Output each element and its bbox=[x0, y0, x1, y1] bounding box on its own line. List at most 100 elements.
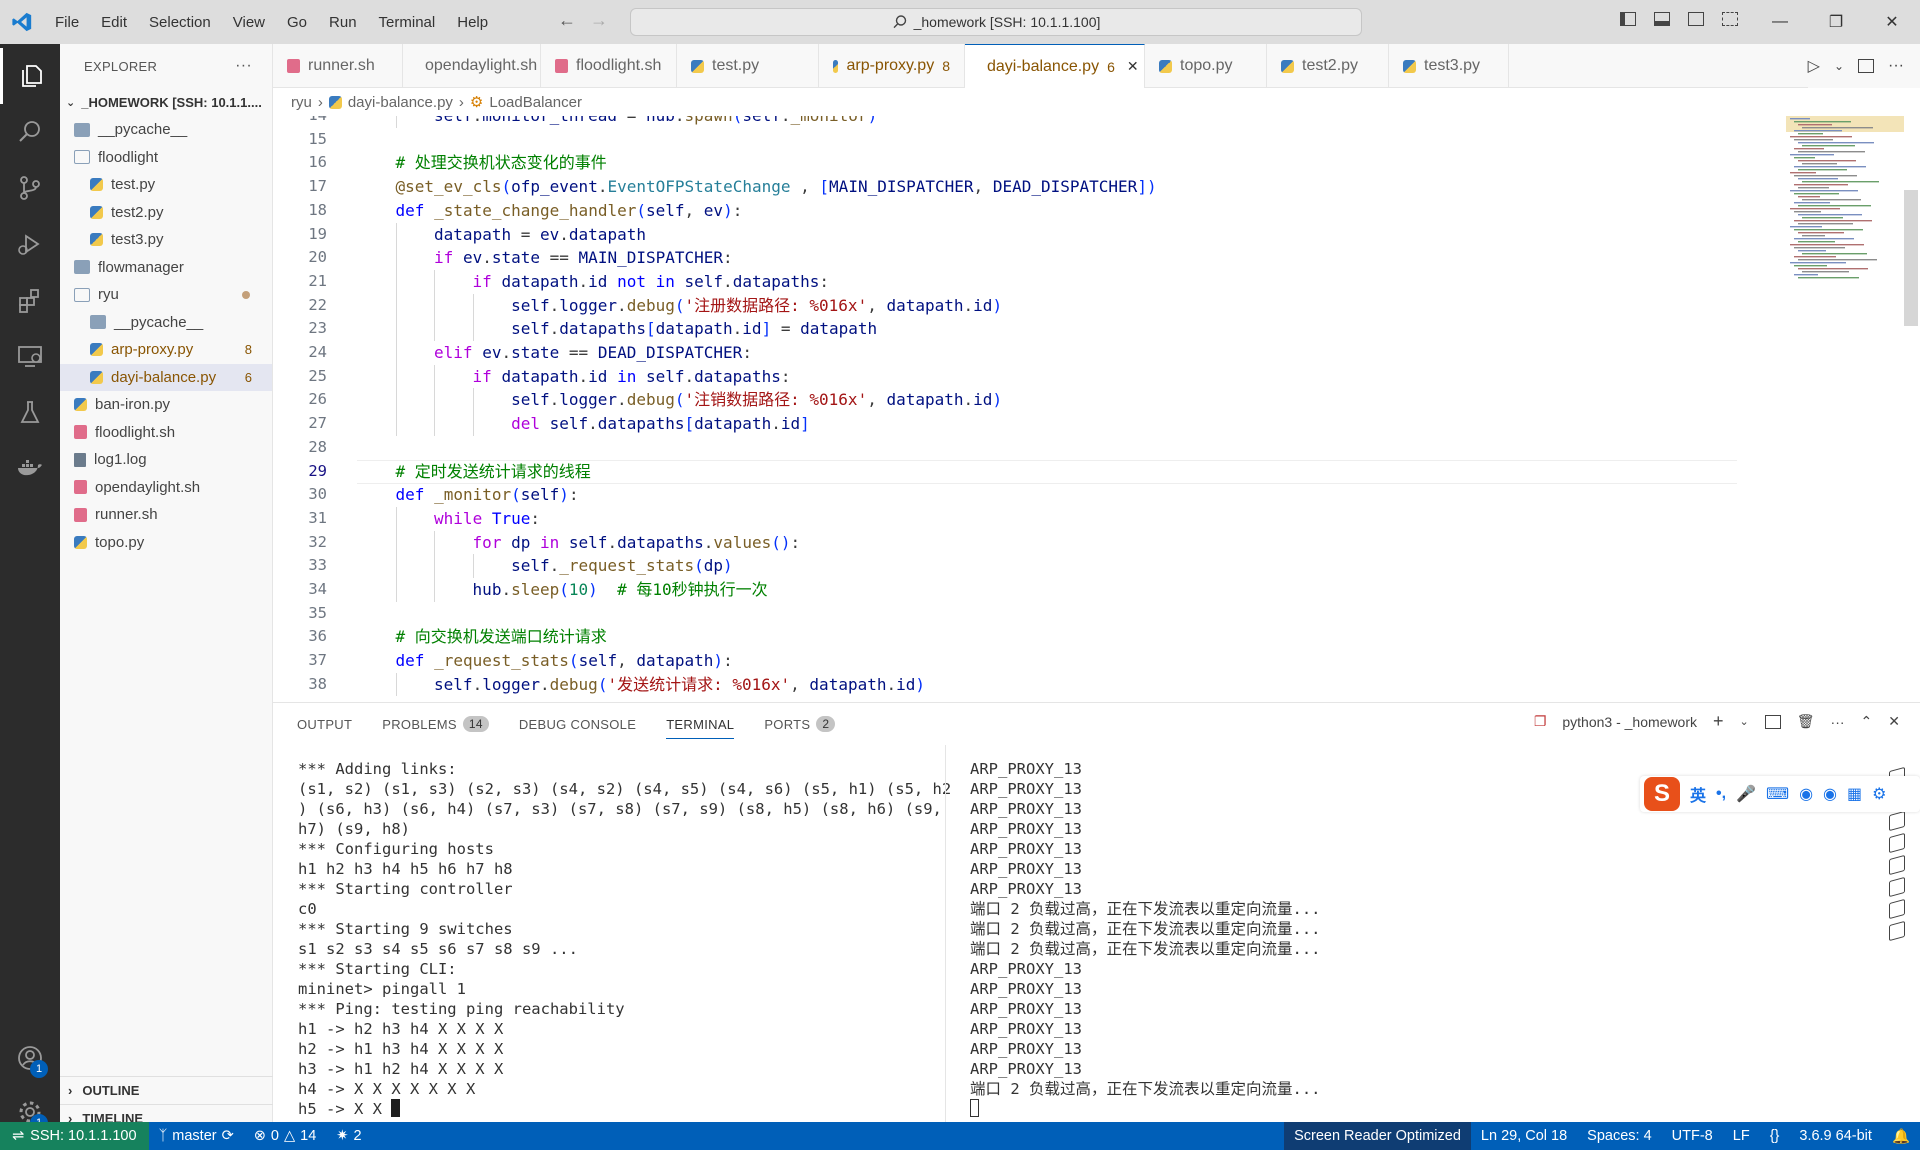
sogou-ime-logo[interactable]: S bbox=[1644, 777, 1680, 811]
search-view-icon[interactable] bbox=[0, 104, 60, 160]
ime-punctuation-toggle[interactable]: •, bbox=[1716, 785, 1726, 803]
tree-item[interactable]: floodlight bbox=[60, 144, 272, 172]
tree-item[interactable]: ryu bbox=[60, 281, 272, 309]
back-arrow-icon[interactable]: ← bbox=[558, 10, 576, 31]
cursor-position[interactable]: Ln 29, Col 18 bbox=[1471, 1122, 1577, 1150]
settings-icon[interactable]: ⚙ bbox=[1872, 784, 1886, 804]
forward-arrow-icon[interactable]: → bbox=[590, 10, 608, 31]
tree-item[interactable]: test.py bbox=[60, 171, 272, 199]
tab-test3-py[interactable]: test3.py bbox=[1389, 44, 1509, 88]
remote-explorer-icon[interactable] bbox=[0, 328, 60, 384]
terminal-instance-icon[interactable] bbox=[1889, 920, 1905, 942]
ime-language-toggle[interactable]: 英 bbox=[1690, 782, 1706, 806]
tree-item[interactable]: floodlight.sh bbox=[60, 419, 272, 447]
close-tab-icon[interactable]: ✕ bbox=[1127, 58, 1139, 75]
chevron-down-icon[interactable]: ⌄ bbox=[1740, 715, 1749, 728]
terminal-right[interactable]: ARP_PROXY_13 ARP_PROXY_13 ARP_PROXY_13 ARP_… bbox=[970, 759, 1630, 1119]
encoding[interactable]: UTF-8 bbox=[1662, 1122, 1723, 1150]
microphone-icon[interactable]: 🎤 bbox=[1736, 784, 1756, 804]
run-file-icon[interactable]: ▷ bbox=[1808, 56, 1820, 76]
tree-item[interactable]: runner.sh bbox=[60, 501, 272, 529]
ports-indicator[interactable]: ✷ 2 bbox=[326, 1122, 371, 1150]
extensions-icon[interactable] bbox=[0, 272, 60, 328]
tree-item[interactable]: dayi-balance.py 6 bbox=[60, 363, 272, 391]
toggle-secondary-sidebar-icon[interactable] bbox=[1688, 12, 1704, 26]
toolbox-icon[interactable]: ▦ bbox=[1847, 784, 1862, 804]
minimize-icon[interactable]: — bbox=[1752, 0, 1808, 44]
tree-item[interactable]: topo.py bbox=[60, 529, 272, 557]
new-terminal-icon[interactable]: + bbox=[1713, 711, 1724, 732]
customize-layout-icon[interactable] bbox=[1722, 12, 1738, 26]
restore-icon[interactable]: ❐ bbox=[1808, 0, 1864, 44]
code-editor[interactable]: 14self.monitor_thread = hub.spawn(self._… bbox=[273, 116, 1920, 702]
breadcrumb-symbol[interactable]: LoadBalancer bbox=[489, 94, 582, 111]
terminal-left[interactable]: *** Adding links: (s1, s2) (s1, s3) (s2, … bbox=[298, 759, 978, 1119]
screen-reader-mode[interactable]: Screen Reader Optimized bbox=[1284, 1122, 1471, 1150]
menu-go[interactable]: Go bbox=[276, 14, 318, 31]
tree-item[interactable]: arp-proxy.py 8 bbox=[60, 336, 272, 364]
tree-item[interactable]: test3.py bbox=[60, 226, 272, 254]
skin-icon[interactable]: ◉ bbox=[1799, 784, 1813, 804]
python-interpreter[interactable]: 3.6.9 64-bit bbox=[1789, 1122, 1882, 1150]
tree-item[interactable]: __pycache__ bbox=[60, 116, 272, 144]
close-window-icon[interactable]: ✕ bbox=[1864, 0, 1920, 44]
tab-topo-py[interactable]: topo.py bbox=[1145, 44, 1267, 88]
split-terminal-icon[interactable] bbox=[1764, 714, 1781, 729]
docker-icon[interactable] bbox=[0, 440, 60, 496]
menu-run[interactable]: Run bbox=[318, 14, 368, 31]
notifications[interactable]: 🔔 bbox=[1882, 1122, 1920, 1150]
menu-terminal[interactable]: Terminal bbox=[368, 14, 447, 31]
toggle-panel-icon[interactable] bbox=[1654, 12, 1670, 26]
indentation[interactable]: Spaces: 4 bbox=[1577, 1122, 1662, 1150]
terminal-split-divider[interactable] bbox=[945, 745, 946, 1123]
explorer-more-actions[interactable]: ··· bbox=[235, 57, 252, 75]
tree-item[interactable]: __pycache__ bbox=[60, 309, 272, 337]
tab-test2-py[interactable]: test2.py bbox=[1267, 44, 1389, 88]
terminal-name[interactable]: python3 - _homework bbox=[1562, 714, 1697, 730]
tab-test-py[interactable]: test.py bbox=[677, 44, 819, 88]
tree-item[interactable]: ban-iron.py bbox=[60, 391, 272, 419]
menu-help[interactable]: Help bbox=[446, 14, 499, 31]
tree-item[interactable]: test2.py bbox=[60, 199, 272, 227]
keyboard-icon[interactable]: ⌨ bbox=[1766, 784, 1789, 804]
language-mode[interactable]: {} bbox=[1760, 1122, 1790, 1150]
source-control-icon[interactable] bbox=[0, 160, 60, 216]
terminal-instance-icon[interactable] bbox=[1889, 810, 1905, 832]
editor-scrollbar[interactable] bbox=[1904, 190, 1918, 326]
chevron-down-icon[interactable]: ⌄ bbox=[1834, 59, 1844, 73]
panel-tab-terminal[interactable]: TERMINAL bbox=[666, 703, 735, 745]
menu-edit[interactable]: Edit bbox=[90, 14, 138, 31]
remote-indicator[interactable]: ⇌ SSH: 10.1.1.100 bbox=[0, 1122, 149, 1150]
tab-arp-proxy-py[interactable]: arp-proxy.py 8 bbox=[819, 44, 965, 88]
breadcrumb-file[interactable]: dayi-balance.py bbox=[348, 94, 453, 111]
panel-tab-ports[interactable]: PORTS 2 bbox=[764, 703, 836, 745]
menu-view[interactable]: View bbox=[222, 14, 276, 31]
menu-selection[interactable]: Selection bbox=[138, 14, 222, 31]
panel-tab-problems[interactable]: PROBLEMS 14 bbox=[382, 703, 489, 745]
tab-runner-sh[interactable]: runner.sh bbox=[273, 44, 403, 88]
problems-indicator[interactable]: ⊗ 0 △ 14 bbox=[244, 1122, 327, 1150]
panel-tab-output[interactable]: OUTPUT bbox=[297, 703, 352, 745]
end-of-line[interactable]: LF bbox=[1723, 1122, 1760, 1150]
menu-file[interactable]: File bbox=[44, 14, 90, 31]
panel-tab-debug-console[interactable]: DEBUG CONSOLE bbox=[519, 703, 636, 745]
more-actions-icon[interactable]: ··· bbox=[1831, 714, 1845, 730]
tree-item[interactable]: opendaylight.sh bbox=[60, 474, 272, 502]
explorer-icon[interactable] bbox=[0, 48, 60, 104]
kill-terminal-icon[interactable]: 🗑 bbox=[1797, 713, 1815, 730]
terminal-instance-icon[interactable] bbox=[1889, 876, 1905, 898]
terminal-instance-icon[interactable] bbox=[1889, 898, 1905, 920]
breadcrumb-folder[interactable]: ryu bbox=[291, 94, 312, 111]
minimap[interactable] bbox=[1786, 116, 1904, 702]
tree-item[interactable]: log1.log bbox=[60, 446, 272, 474]
close-panel-icon[interactable]: ✕ bbox=[1888, 713, 1900, 730]
tab-opendaylight-sh[interactable]: opendaylight.sh bbox=[403, 44, 541, 88]
maximize-panel-icon[interactable]: ⌃ bbox=[1861, 713, 1873, 730]
tree-item[interactable]: flowmanager bbox=[60, 254, 272, 282]
workspace-root[interactable]: ⌄ _HOMEWORK [SSH: 10.1.1.... bbox=[60, 88, 272, 116]
game-icon[interactable]: ◉ bbox=[1823, 784, 1837, 804]
tab-dayi-balance-py[interactable]: dayi-balance.py 6 ✕ bbox=[965, 44, 1145, 88]
terminal-instance-icon[interactable] bbox=[1889, 854, 1905, 876]
outline-section[interactable]: › OUTLINE bbox=[60, 1076, 273, 1104]
accounts-icon[interactable]: 1 bbox=[0, 1030, 60, 1086]
